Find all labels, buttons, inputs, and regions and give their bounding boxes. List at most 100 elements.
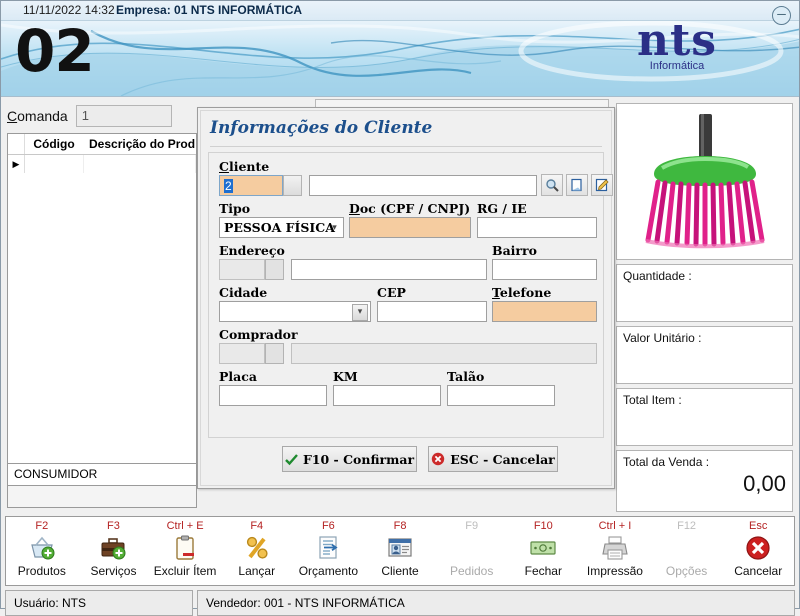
- toolbar-button-lancar[interactable]: F4 Lançar: [221, 517, 293, 585]
- total-venda-box: Total da Venda : 0,00: [616, 450, 793, 512]
- toolbar-label-pedidos: Pedidos: [449, 564, 494, 578]
- id-card-icon-glyph: [388, 538, 412, 557]
- toolbar-button-pedidos: F9 Pedidos: [436, 517, 508, 585]
- toolbar-label-excluir-item: Excluir Ítem: [153, 564, 217, 578]
- comanda-row: Comanda 1: [7, 103, 197, 129]
- toolbar-key-cliente: F8: [393, 520, 407, 532]
- toolbar-label-servicos: Serviços: [90, 564, 137, 578]
- check-icon: [285, 453, 298, 465]
- total-item-box: Total Item :: [616, 388, 793, 446]
- toolbar-button-fechar[interactable]: F10 Fechar: [507, 517, 579, 585]
- terminal-number: 02: [15, 17, 95, 85]
- percent-icon-glyph: [246, 536, 268, 559]
- bairro-input[interactable]: [492, 259, 597, 280]
- center-panel: Informações do Cliente Cliente 2 Tipo PE…: [197, 97, 615, 512]
- table-row[interactable]: ▶: [8, 155, 196, 173]
- chevron-down-icon: ▾: [352, 304, 368, 321]
- km-input[interactable]: [333, 385, 441, 406]
- document-arrow-icon-glyph: [319, 536, 338, 559]
- cancel-icon: [745, 533, 771, 563]
- current-datetime: 11/11/2022 14:32: [23, 3, 115, 17]
- toolbar-button-orcamento[interactable]: F6 Orçamento: [293, 517, 365, 585]
- toolbar-label-cliente: Cliente: [381, 564, 419, 578]
- printer-icon: [601, 533, 629, 563]
- talao-input[interactable]: [447, 385, 555, 406]
- endereco-label: Endereço: [219, 243, 285, 258]
- toolbar-key-impressao: Ctrl + I: [598, 520, 632, 532]
- comprador-label: Comprador: [219, 327, 298, 342]
- dialog-title: Informações do Cliente: [210, 118, 433, 138]
- percent-icon: [244, 533, 270, 563]
- toolbar-button-produtos[interactable]: F2 Produtos: [6, 517, 78, 585]
- toolbar-button-excluir-item[interactable]: Ctrl + E Excluir Ítem: [149, 517, 221, 585]
- toolbar-key-fechar: F10: [533, 520, 553, 532]
- grid-gutter-header: [8, 134, 25, 154]
- edit-icon[interactable]: [591, 174, 613, 196]
- consumidor-field[interactable]: CONSUMIDOR: [7, 464, 197, 486]
- cell-descricao: [84, 155, 196, 173]
- cep-label: CEP: [377, 285, 406, 300]
- copy-icon-glyph: [571, 178, 582, 192]
- chevron-down-icon: ▾: [332, 223, 337, 233]
- basket-add-icon-glyph: [31, 536, 55, 560]
- briefcase-add-icon-glyph: [101, 538, 126, 560]
- cep-input[interactable]: [377, 301, 487, 322]
- app-header: 11/11/2022 14:32 Empresa: 01 NTS INFORMÁ…: [1, 1, 799, 97]
- rg-input[interactable]: [477, 217, 597, 238]
- cliente-label: Cliente: [219, 159, 270, 174]
- items-grid[interactable]: Código Descrição do Prod ▶: [7, 133, 197, 464]
- cliente-code-spinner[interactable]: [283, 175, 302, 196]
- search-icon[interactable]: [541, 174, 563, 196]
- tipo-label: Tipo: [219, 201, 251, 216]
- toolbar-label-orcamento: Orçamento: [298, 564, 359, 578]
- toolbar-button-impressao[interactable]: Ctrl + I Impressão: [579, 517, 651, 585]
- toolbar-key-pedidos: F9: [465, 520, 479, 532]
- company-label: Empresa: 01 NTS INFORMÁTICA: [116, 3, 303, 17]
- valor-unitario-label: Valor Unitário :: [623, 331, 702, 345]
- status-bar: Usuário: NTS Vendedor: 001 - NTS INFORMÁ…: [5, 590, 795, 616]
- items-grid-header: Código Descrição do Prod: [8, 134, 196, 155]
- comprador-lookup-button: [265, 343, 284, 364]
- toolbar-key-lancar: F4: [250, 520, 264, 532]
- id-card-icon: [387, 533, 413, 563]
- column-header-descricao: Descrição do Prod: [89, 137, 196, 151]
- right-panel: Quantidade : Valor Unitário : Total Item…: [614, 97, 799, 512]
- copy-icon[interactable]: [566, 174, 588, 196]
- tipo-selected-value: PESSOA FÍSICA: [224, 220, 335, 235]
- cliente-code-input[interactable]: 2: [219, 175, 283, 196]
- toolbar-button-cliente[interactable]: F8 Cliente: [364, 517, 436, 585]
- placa-input[interactable]: [219, 385, 327, 406]
- talao-label: Talão: [447, 369, 485, 384]
- cancel-dialog-button[interactable]: ESC - Cancelar: [428, 446, 558, 472]
- doc-input[interactable]: [349, 217, 471, 238]
- dialog-title-separator: [210, 146, 602, 147]
- toolbar-label-lancar: Lançar: [238, 564, 276, 578]
- comprador-input: [291, 343, 597, 364]
- toolbar-key-servicos: F3: [107, 520, 120, 532]
- row-marker-icon: ▶: [8, 155, 25, 173]
- toolbar-button-cancelar[interactable]: Esc Cancelar: [722, 517, 794, 585]
- minimize-icon[interactable]: ─: [772, 6, 791, 25]
- tipo-select[interactable]: PESSOA FÍSICA ▾: [219, 217, 344, 238]
- rg-label: RG / IE: [477, 201, 527, 216]
- nts-logo: nts Informática: [587, 19, 767, 73]
- basket-add-icon: [28, 533, 56, 563]
- status-usuario: Usuário: NTS: [5, 590, 193, 616]
- doc-label: Doc (CPF / CNPJ): [349, 201, 471, 216]
- comanda-value-field[interactable]: 1: [75, 105, 172, 127]
- items-grid-body[interactable]: ▶: [8, 155, 196, 463]
- cidade-select[interactable]: ▾: [219, 301, 371, 322]
- toolbar-label-opcoes: Opções: [665, 564, 708, 578]
- toolbar-key-excluir-item: Ctrl + E: [166, 520, 204, 532]
- telefone-input[interactable]: [492, 301, 597, 322]
- toolbar-label-produtos: Produtos: [17, 564, 66, 578]
- cell-codigo: [25, 155, 84, 173]
- left-panel: Comanda 1 Código Descrição do Prod ▶ CON…: [1, 97, 197, 512]
- placa-label: Placa: [219, 369, 257, 384]
- telefone-label: Telefone: [492, 285, 552, 300]
- toolbar-button-servicos[interactable]: F3 Serviços: [78, 517, 150, 585]
- cliente-name-input[interactable]: [309, 175, 537, 196]
- endereco-input[interactable]: [291, 259, 487, 280]
- edit-icon-glyph: [595, 178, 609, 192]
- confirm-button[interactable]: F10 - Confirmar: [282, 446, 417, 472]
